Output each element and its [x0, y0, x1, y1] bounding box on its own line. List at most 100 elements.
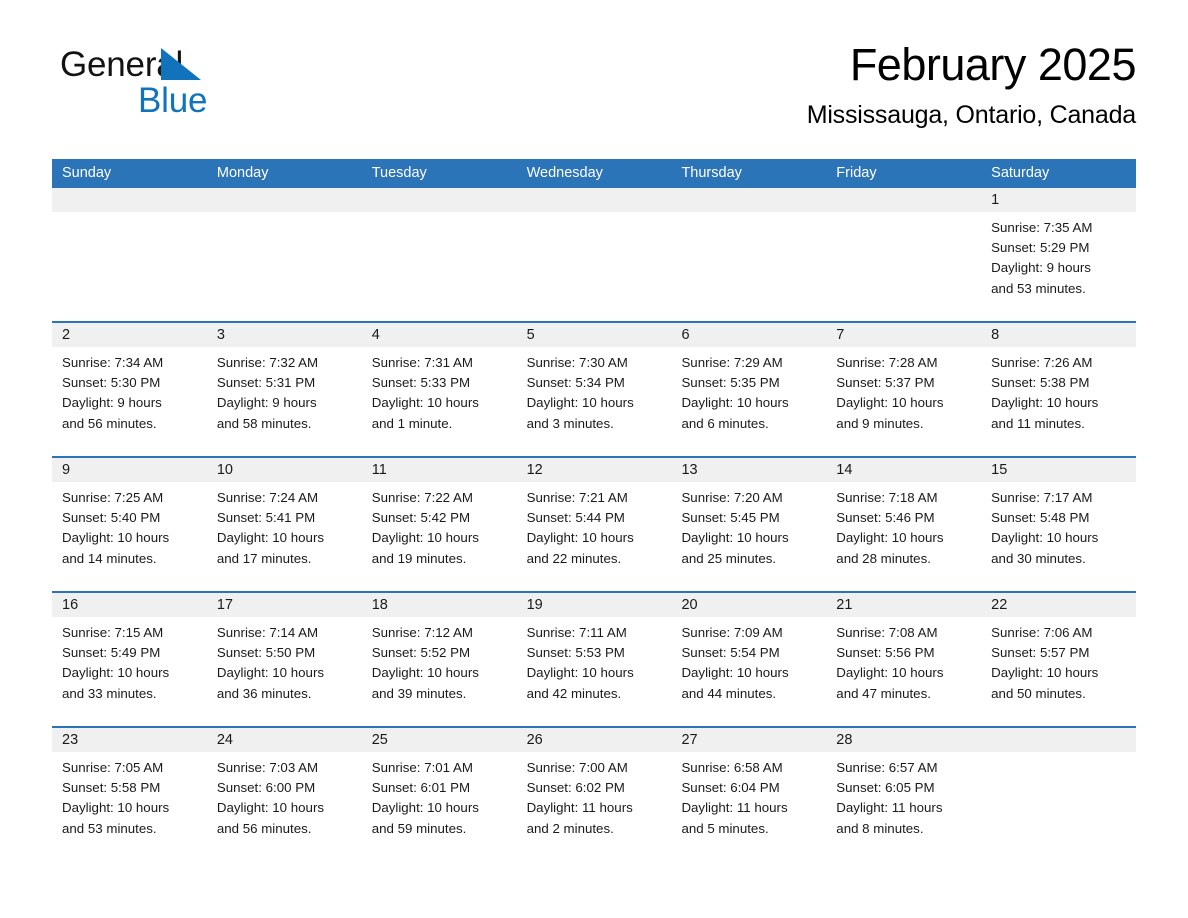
daylight-text: and 2 minutes.	[526, 820, 614, 836]
day-details	[207, 212, 362, 218]
daylight-text: and 25 minutes.	[681, 550, 777, 566]
daylight-text: and 11 minutes.	[991, 415, 1085, 431]
page-header: General Blue February 2025 Mississauga, …	[52, 0, 1137, 129]
daylight-text: Daylight: 10 hours	[62, 530, 170, 546]
sunrise-text: Sunrise: 6:57 AM	[836, 760, 938, 775]
sunset-text: Sunset: 5:37 PM	[836, 375, 935, 391]
calendar-day-cell[interactable]: 28 Sunrise: 6:57 AM Sunset: 6:05 PM Dayligh…	[826, 728, 982, 856]
calendar-day-cell[interactable]: 8 Sunrise: 7:26 AM Sunset: 5:38 PM Daylight…	[981, 323, 1137, 456]
calendar-day-cell[interactable]: 9 Sunrise: 7:25 AM Sunset: 5:40 PM Daylight…	[52, 458, 207, 591]
triangle-icon	[161, 48, 201, 80]
calendar-day-cell[interactable]: 19 Sunrise: 7:11 AM Sunset: 5:53 PM Dayligh…	[516, 593, 672, 726]
weekday-header-tuesday: Tuesday	[371, 165, 427, 181]
day-details: Sunrise: 7:26 AM Sunset: 5:38 PM Daylight:…	[981, 347, 1136, 434]
daylight-text: Daylight: 9 hours	[991, 260, 1091, 276]
daylight-text: and 36 minutes.	[216, 685, 312, 701]
sunset-text: Sunset: 5:58 PM	[62, 780, 161, 796]
sunset-text: Sunset: 5:34 PM	[526, 375, 625, 391]
day-number-band: 23	[52, 728, 207, 752]
daylight-text: and 59 minutes.	[371, 820, 467, 836]
day-details: Sunrise: 7:03 AM Sunset: 6:00 PM Daylight:…	[207, 752, 362, 839]
day-number: 10	[216, 462, 233, 478]
calendar-day-cell[interactable]: 13 Sunrise: 7:20 AM Sunset: 5:45 PM Dayligh…	[671, 458, 827, 591]
day-details: Sunrise: 7:18 AM Sunset: 5:46 PM Daylight:…	[826, 482, 981, 569]
calendar-day-cell[interactable]: 5 Sunrise: 7:30 AM Sunset: 5:34 PM Daylight…	[516, 323, 672, 456]
calendar-day-cell[interactable]: 22 Sunrise: 7:06 AM Sunset: 5:57 PM Dayligh…	[981, 593, 1137, 726]
calendar-week-row: 2 Sunrise: 7:34 AM Sunset: 5:30 PM Daylight…	[52, 321, 1137, 456]
day-number-band: 14	[826, 458, 982, 482]
day-details: Sunrise: 7:31 AM Sunset: 5:33 PM Daylight:…	[362, 347, 517, 434]
calendar-day-cell[interactable]: 6 Sunrise: 7:29 AM Sunset: 5:35 PM Daylight…	[671, 323, 827, 456]
day-details	[52, 212, 207, 218]
calendar-day-cell[interactable]: 16 Sunrise: 7:15 AM Sunset: 5:49 PM Dayligh…	[52, 593, 207, 726]
calendar-day-cell[interactable]: 4 Sunrise: 7:31 AM Sunset: 5:33 PM Daylight…	[361, 323, 517, 456]
day-details: Sunrise: 7:17 AM Sunset: 5:48 PM Daylight:…	[981, 482, 1136, 569]
daylight-text: Daylight: 10 hours	[681, 665, 789, 681]
day-details: Sunrise: 6:57 AM Sunset: 6:05 PM Daylight:…	[826, 752, 981, 839]
calendar-day-cell[interactable]: 21 Sunrise: 7:08 AM Sunset: 5:56 PM Dayligh…	[826, 593, 982, 726]
calendar-day-cell[interactable]: 15 Sunrise: 7:17 AM Sunset: 5:48 PM Dayligh…	[981, 458, 1137, 591]
daylight-text: Daylight: 10 hours	[216, 800, 325, 816]
day-details	[981, 752, 1136, 758]
calendar-day-cell[interactable]: 27 Sunrise: 6:58 AM Sunset: 6:04 PM Dayligh…	[671, 728, 827, 856]
day-number: 14	[836, 462, 853, 478]
day-details: Sunrise: 7:06 AM Sunset: 5:57 PM Daylight:…	[981, 617, 1136, 704]
day-details: Sunrise: 6:58 AM Sunset: 6:04 PM Daylight:…	[671, 752, 826, 839]
day-number-band: 7	[826, 323, 982, 347]
daylight-text: and 50 minutes.	[991, 685, 1086, 701]
calendar-day-cell[interactable]: 18 Sunrise: 7:12 AM Sunset: 5:52 PM Dayligh…	[361, 593, 517, 726]
sunrise-text: Sunrise: 7:01 AM	[371, 760, 473, 775]
page-subtitle: Mississauga, Ontario, Canada	[806, 101, 1136, 129]
day-number: 8	[991, 327, 1000, 343]
daylight-text: Daylight: 10 hours	[526, 395, 634, 411]
calendar-day-cell[interactable]: 20 Sunrise: 7:09 AM Sunset: 5:54 PM Dayligh…	[671, 593, 827, 726]
day-details: Sunrise: 7:30 AM Sunset: 5:34 PM Daylight:…	[517, 347, 672, 434]
sunset-text: Sunset: 5:30 PM	[62, 375, 161, 391]
calendar-day-cell[interactable]: 23 Sunrise: 7:05 AM Sunset: 5:58 PM Dayligh…	[52, 728, 207, 856]
sunset-text: Sunset: 5:42 PM	[371, 510, 471, 526]
calendar-day-cell[interactable]: 3 Sunrise: 7:32 AM Sunset: 5:31 PM Daylight…	[206, 323, 362, 456]
daylight-text: Daylight: 10 hours	[216, 530, 325, 546]
day-details: Sunrise: 7:29 AM Sunset: 5:35 PM Daylight:…	[671, 347, 826, 434]
calendar-day-cell[interactable]: 12 Sunrise: 7:21 AM Sunset: 5:44 PM Dayligh…	[516, 458, 672, 591]
calendar-day-cell[interactable]: 26 Sunrise: 7:00 AM Sunset: 6:02 PM Dayligh…	[516, 728, 672, 856]
daylight-text: Daylight: 10 hours	[62, 665, 170, 681]
sunset-text: Sunset: 5:54 PM	[681, 645, 780, 661]
calendar-day-cell[interactable]: 14 Sunrise: 7:18 AM Sunset: 5:46 PM Dayligh…	[826, 458, 982, 591]
day-number: 1	[991, 192, 1000, 208]
sunset-text: Sunset: 6:05 PM	[836, 780, 935, 796]
day-number-band	[206, 188, 362, 212]
weekday-header-saturday: Saturday	[991, 165, 1050, 181]
daylight-text: Daylight: 10 hours	[371, 530, 479, 546]
day-details: Sunrise: 7:32 AM Sunset: 5:31 PM Daylight:…	[207, 347, 362, 434]
calendar-day-cell-empty	[671, 188, 827, 321]
daylight-text: and 14 minutes.	[62, 550, 157, 566]
sunset-text: Sunset: 5:50 PM	[216, 645, 316, 661]
day-number-band: 2	[52, 323, 207, 347]
daylight-text: Daylight: 10 hours	[991, 665, 1099, 681]
calendar-week-row: 16 Sunrise: 7:15 AM Sunset: 5:49 PM Dayligh…	[52, 591, 1137, 726]
day-details: Sunrise: 7:14 AM Sunset: 5:50 PM Daylight:…	[207, 617, 362, 704]
day-number-band	[981, 728, 1137, 752]
day-number-band: 18	[361, 593, 517, 617]
day-number: 5	[526, 327, 535, 343]
day-number-band: 20	[671, 593, 827, 617]
sunset-text: Sunset: 5:57 PM	[991, 645, 1090, 661]
day-number: 24	[216, 732, 233, 748]
calendar-day-cell[interactable]: 24 Sunrise: 7:03 AM Sunset: 6:00 PM Dayligh…	[206, 728, 362, 856]
logo[interactable]: General Blue	[60, 46, 360, 120]
sunset-text: Sunset: 6:00 PM	[216, 780, 316, 796]
calendar-day-cell[interactable]: 2 Sunrise: 7:34 AM Sunset: 5:30 PM Daylight…	[52, 323, 207, 456]
daylight-text: and 58 minutes.	[216, 415, 312, 431]
calendar-day-cell[interactable]: 1 Sunrise: 7:35 AM Sunset: 5:29 PM Daylight…	[981, 188, 1137, 321]
calendar-day-cell[interactable]: 7 Sunrise: 7:28 AM Sunset: 5:37 PM Daylight…	[826, 323, 982, 456]
calendar-day-cell[interactable]: 17 Sunrise: 7:14 AM Sunset: 5:50 PM Dayligh…	[206, 593, 362, 726]
calendar-day-cell[interactable]: 25 Sunrise: 7:01 AM Sunset: 6:01 PM Dayligh…	[361, 728, 517, 856]
daylight-text: and 39 minutes.	[371, 685, 467, 701]
day-details: Sunrise: 7:00 AM Sunset: 6:02 PM Daylight:…	[517, 752, 672, 839]
calendar-day-cell[interactable]: 10 Sunrise: 7:24 AM Sunset: 5:41 PM Dayligh…	[206, 458, 362, 591]
calendar-day-cell[interactable]: 11 Sunrise: 7:22 AM Sunset: 5:42 PM Dayligh…	[361, 458, 517, 591]
sunset-text: Sunset: 5:38 PM	[991, 375, 1090, 391]
daylight-text: Daylight: 11 hours	[836, 800, 943, 816]
sunrise-text: Sunrise: 7:35 AM	[991, 220, 1093, 235]
